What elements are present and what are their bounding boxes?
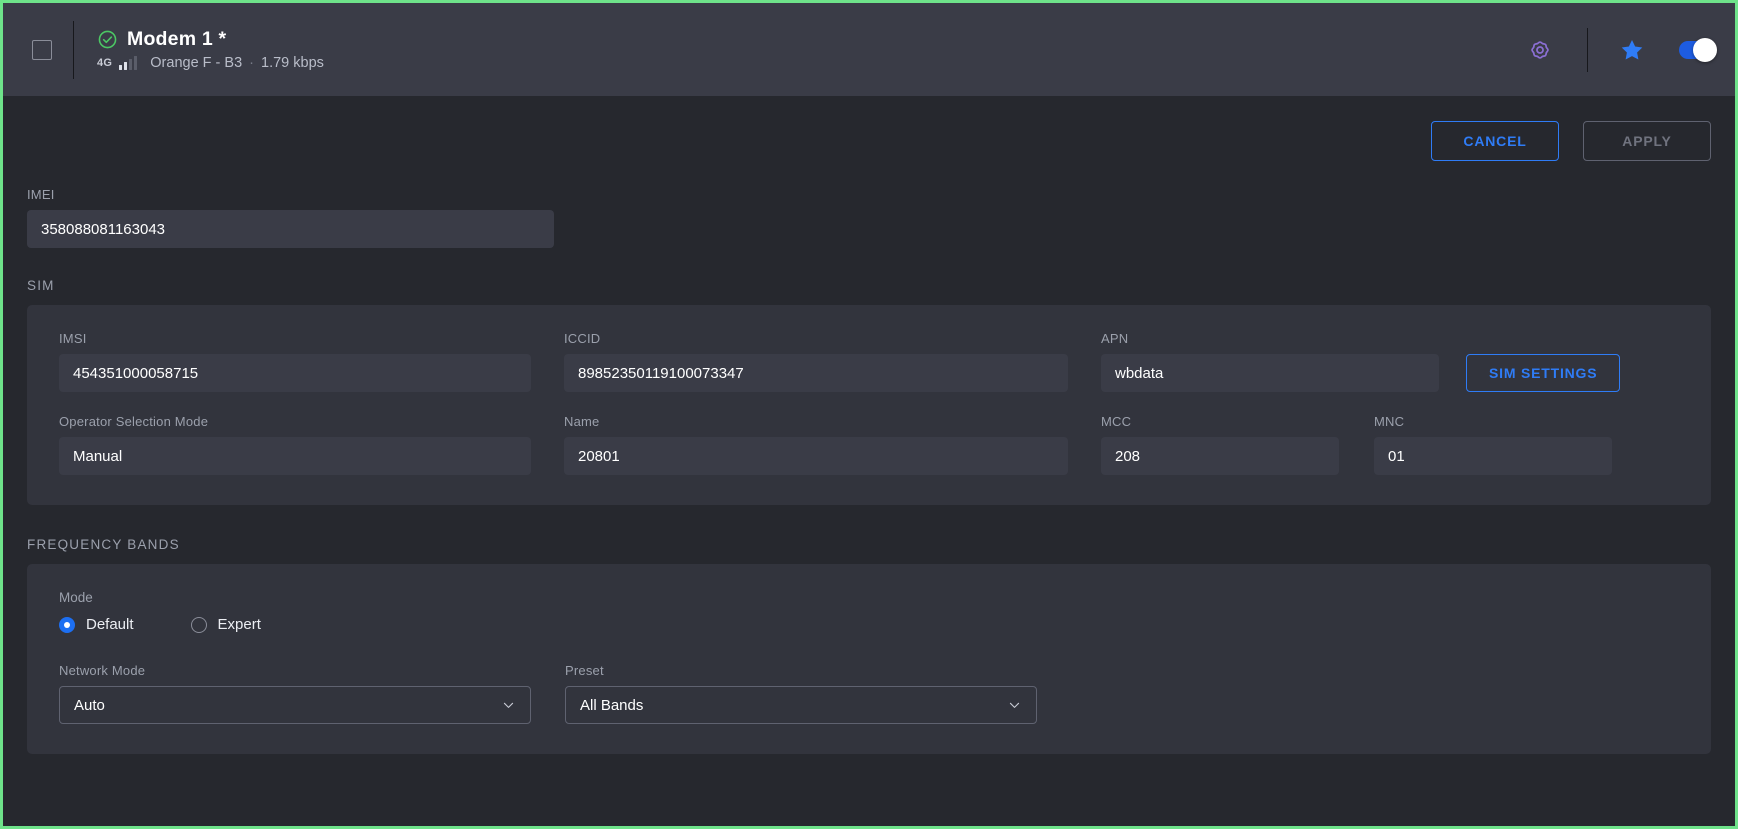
- network-mode-label: Network Mode: [59, 663, 531, 678]
- modem-select-checkbox[interactable]: [32, 40, 52, 60]
- mode-label: Mode: [59, 590, 1679, 605]
- header-divider-right: [1587, 28, 1588, 72]
- sim-panel: IMSI ICCID APN SIM SETTINGS Operator Sel: [27, 305, 1711, 505]
- modem-enable-toggle[interactable]: [1679, 41, 1715, 59]
- radio-selected-icon: [59, 617, 75, 633]
- mcc-label: MCC: [1101, 414, 1339, 429]
- sim-row-1: IMSI ICCID APN SIM SETTINGS: [59, 331, 1679, 392]
- sim-row-2: Operator Selection Mode Name MCC MNC: [59, 414, 1679, 475]
- sim-section-label: SIM: [27, 278, 1711, 293]
- apply-button[interactable]: APPLY: [1583, 121, 1711, 161]
- mode-radio-group: Default Expert: [59, 616, 1679, 633]
- imsi-label: IMSI: [59, 331, 531, 346]
- mnc-input[interactable]: [1374, 437, 1612, 475]
- modem-identity: Modem 1 * 4G Orange F - B3 · 1.79 kbps: [97, 28, 324, 71]
- preset-select[interactable]: All Bands: [565, 686, 1037, 724]
- name-input[interactable]: [564, 437, 1068, 475]
- iccid-input[interactable]: [564, 354, 1068, 392]
- modem-config-window: Modem 1 * 4G Orange F - B3 · 1.79 kbps: [0, 0, 1738, 829]
- preset-value: All Bands: [580, 697, 643, 714]
- toggle-knob: [1693, 38, 1717, 62]
- check-circle-icon: [97, 29, 118, 50]
- signal-strength-icon: [119, 57, 137, 70]
- network-mode-group: Network Mode Auto: [59, 663, 531, 724]
- band-selects: Network Mode Auto Preset All Bands: [59, 663, 1679, 724]
- operator-selection-mode-input[interactable]: [59, 437, 531, 475]
- modem-title-row: Modem 1 *: [97, 28, 324, 51]
- network-mode-value: Auto: [74, 697, 105, 714]
- preset-group: Preset All Bands: [565, 663, 1037, 724]
- header-divider-left: [73, 21, 74, 79]
- modem-subtitle: 4G Orange F - B3 · 1.79 kbps: [97, 55, 324, 71]
- gear-icon[interactable]: [1526, 36, 1554, 64]
- frequency-bands-section-label: FREQUENCY BANDS: [27, 537, 1711, 552]
- name-field-group: Name: [564, 414, 1068, 475]
- header-controls: [1526, 3, 1715, 96]
- sim-settings-group: SIM SETTINGS: [1466, 354, 1620, 392]
- apn-label: APN: [1101, 331, 1439, 346]
- name-label: Name: [564, 414, 1068, 429]
- frequency-bands-panel: Mode Default Expert Network Mode Auto: [27, 564, 1711, 754]
- operator-selection-mode-group: Operator Selection Mode: [59, 414, 531, 475]
- iccid-field-group: ICCID: [564, 331, 1068, 392]
- cancel-button[interactable]: CANCEL: [1431, 121, 1559, 161]
- modem-settings-body: CANCEL APPLY IMEI SIM IMSI ICCID APN: [3, 96, 1735, 829]
- mcc-input[interactable]: [1101, 437, 1339, 475]
- apn-input[interactable]: [1101, 354, 1439, 392]
- mnc-label: MNC: [1374, 414, 1612, 429]
- modem-header: Modem 1 * 4G Orange F - B3 · 1.79 kbps: [3, 3, 1735, 96]
- mcc-field-group: MCC: [1101, 414, 1339, 475]
- imsi-field-group: IMSI: [59, 331, 531, 392]
- operator-label: Orange F - B3: [150, 55, 242, 71]
- rat-label: 4G: [97, 57, 112, 69]
- mnc-field-group: MNC: [1374, 414, 1612, 475]
- preset-label: Preset: [565, 663, 1037, 678]
- network-mode-select[interactable]: Auto: [59, 686, 531, 724]
- imei-input[interactable]: [27, 210, 554, 248]
- page-title: Modem 1 *: [127, 28, 226, 51]
- form-actions: CANCEL APPLY: [27, 96, 1711, 161]
- mode-radio-expert-label: Expert: [218, 616, 261, 633]
- data-rate-label: 1.79 kbps: [261, 55, 324, 71]
- radio-unselected-icon: [191, 617, 207, 633]
- mode-radio-expert[interactable]: Expert: [191, 616, 261, 633]
- chevron-down-icon: [1007, 698, 1022, 713]
- mode-radio-default[interactable]: Default: [59, 616, 134, 633]
- imei-label: IMEI: [27, 187, 554, 202]
- iccid-label: ICCID: [564, 331, 1068, 346]
- operator-selection-mode-label: Operator Selection Mode: [59, 414, 531, 429]
- subtitle-separator: ·: [249, 55, 254, 71]
- chevron-down-icon: [501, 698, 516, 713]
- imei-field-group: IMEI: [27, 187, 554, 248]
- imsi-input[interactable]: [59, 354, 531, 392]
- sim-settings-button[interactable]: SIM SETTINGS: [1466, 354, 1620, 392]
- mode-radio-default-label: Default: [86, 616, 134, 633]
- apn-field-group: APN: [1101, 331, 1439, 392]
- star-icon[interactable]: [1619, 37, 1645, 63]
